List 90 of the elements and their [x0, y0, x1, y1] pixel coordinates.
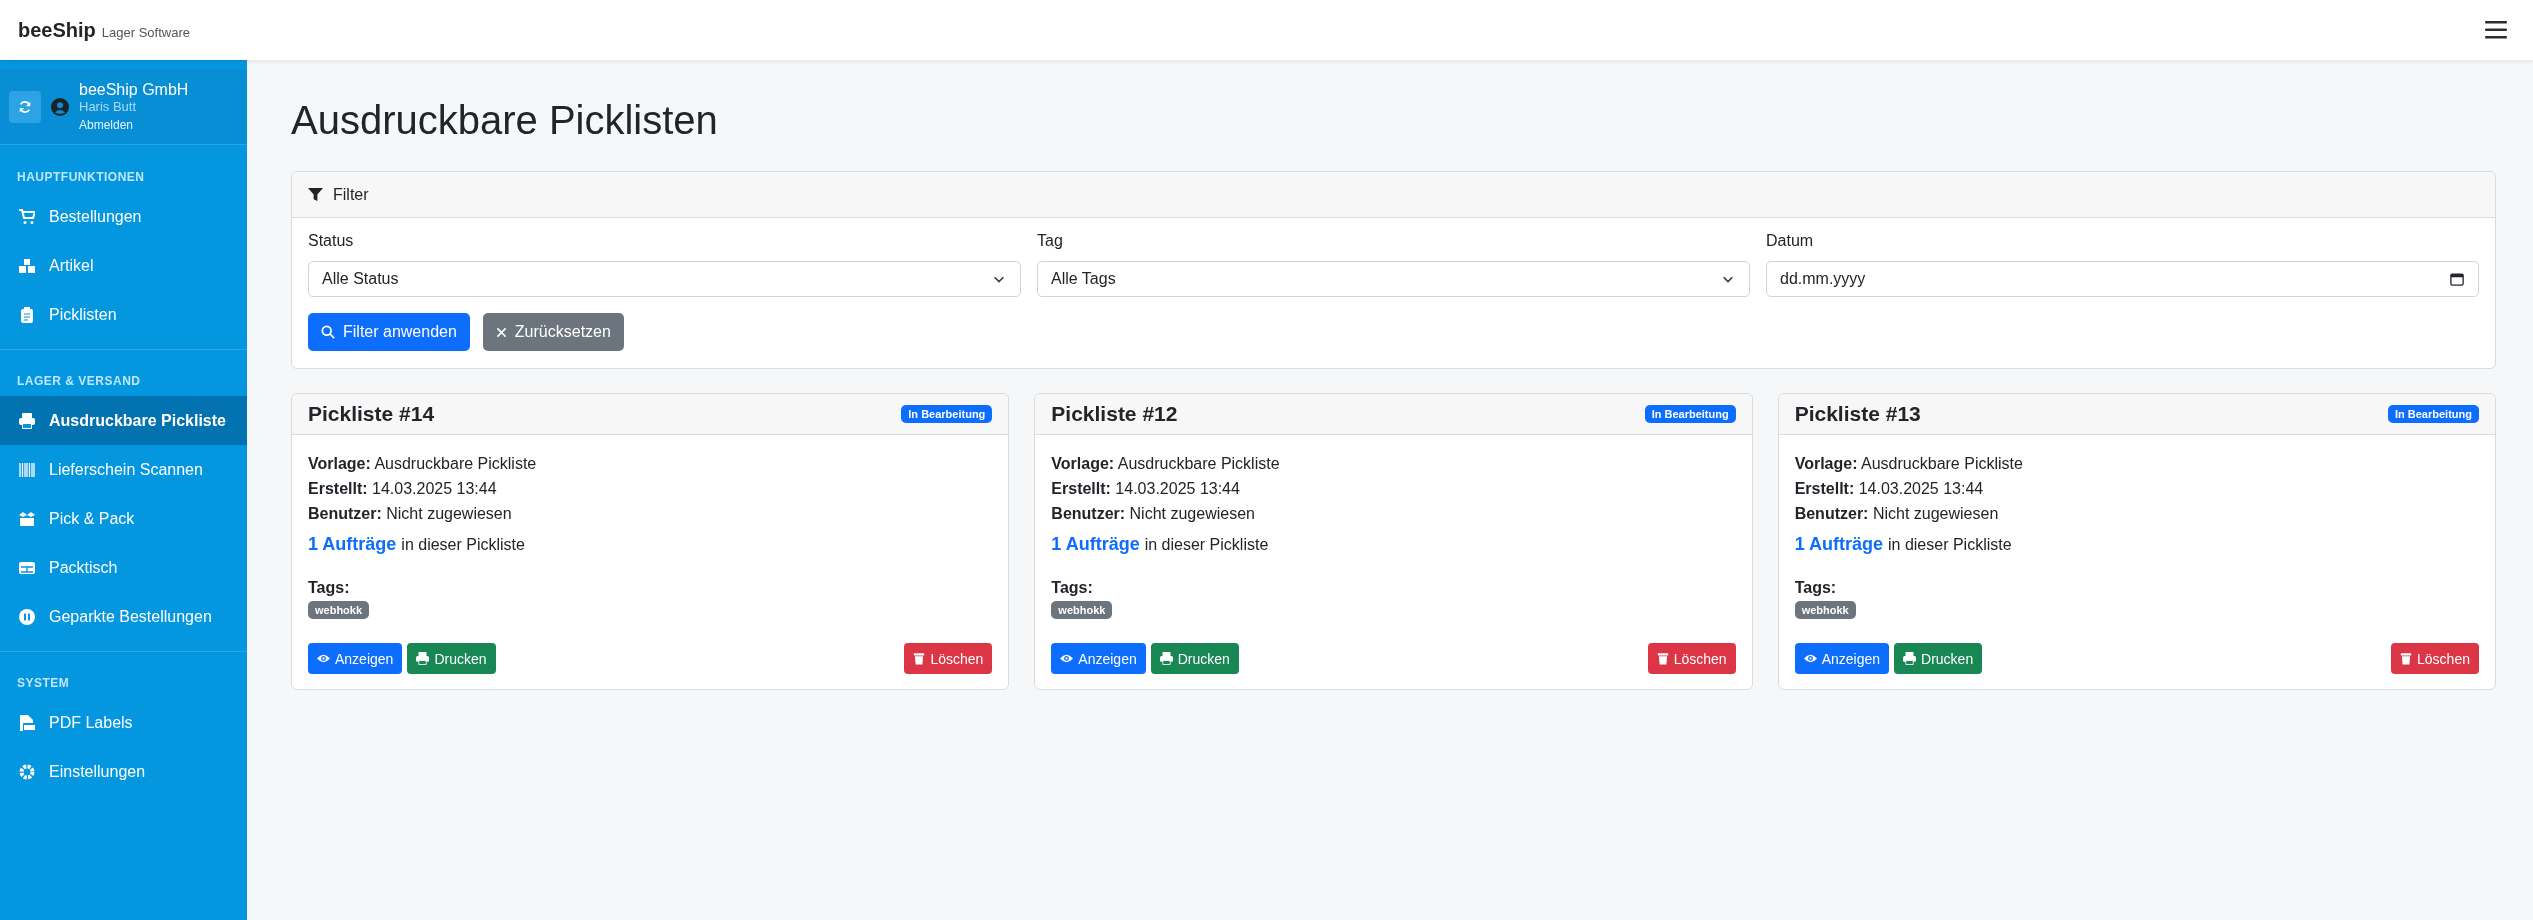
- orders-link[interactable]: 1 Aufträge: [1051, 534, 1140, 555]
- trash-icon: [2400, 652, 2413, 665]
- tag: webhokk: [1051, 601, 1113, 619]
- print-button[interactable]: Drucken: [407, 643, 496, 674]
- detail-line: Vorlage: Ausdruckbare Pickliste: [1794, 454, 2024, 474]
- view-button[interactable]: Anzeigen: [1794, 643, 1890, 674]
- nav-item[interactable]: Lieferschein Scannen: [0, 445, 247, 494]
- boxes-icon: [19, 257, 35, 274]
- pause-icon: [19, 608, 35, 625]
- view-button[interactable]: Anzeigen: [1051, 643, 1146, 674]
- card-title: Pickliste #13: [1794, 402, 1921, 426]
- status-badge: In Bearbeitung: [1644, 405, 1736, 423]
- orders-link[interactable]: 1 Aufträge: [308, 534, 397, 555]
- reset-button[interactable]: Zurücksetzen: [482, 313, 624, 351]
- card-title: Pickliste #14: [308, 402, 435, 426]
- detail-line: Benutzer: Nicht zugewiesen: [1051, 504, 1256, 524]
- nav-item[interactable]: Picklisten: [0, 290, 247, 339]
- section-heading: LAGER & VERSAND: [16, 373, 142, 390]
- eye-icon: [1060, 652, 1074, 665]
- brand-subtitle: Lager Software: [101, 24, 190, 40]
- detail-line: Erstellt: 14.03.2025 13:44: [308, 479, 498, 499]
- brand-name[interactable]: beeShip: [18, 18, 96, 42]
- printer-icon: [1903, 652, 1917, 665]
- detail-line: Erstellt: 14.03.2025 13:44: [1794, 479, 1985, 499]
- view-button[interactable]: Anzeigen: [308, 643, 403, 674]
- nav-item[interactable]: Geparkte Bestellungen: [0, 592, 247, 641]
- orders-text: in dieser Pickliste: [401, 536, 525, 554]
- detail-line: Benutzer: Nicht zugewiesen: [1794, 504, 2000, 524]
- company-name: beeShip GmbH: [79, 81, 189, 99]
- trash-icon: [1656, 652, 1669, 665]
- delete-button[interactable]: Löschen: [1647, 643, 1736, 674]
- eye-icon: [1803, 652, 1817, 665]
- field-label: Datum: [1766, 232, 1815, 250]
- field-label: Tag: [1037, 232, 1064, 250]
- box-icon: [19, 510, 35, 527]
- section-heading: SYSTEM: [16, 675, 71, 692]
- user-name: Haris Butt: [79, 99, 138, 114]
- section-heading: HAUPTFUNKTIONEN: [16, 169, 146, 186]
- field-label: Status: [308, 232, 355, 250]
- nav-item[interactable]: Packtisch: [0, 543, 247, 592]
- nav-item[interactable]: Bestellungen: [0, 192, 247, 241]
- detail-line: Vorlage: Ausdruckbare Pickliste: [308, 454, 538, 474]
- panel-title: Filter: [333, 185, 369, 204]
- nav-item[interactable]: PDF Labels: [0, 698, 247, 747]
- eye-icon: [317, 652, 330, 665]
- menu-icon[interactable]: [2485, 21, 2507, 39]
- pdf-file-icon: [19, 714, 35, 731]
- search-icon: [321, 325, 335, 339]
- delete-button[interactable]: Löschen: [2391, 643, 2479, 674]
- refresh-icon: [18, 99, 32, 114]
- status-badge: In Bearbeitung: [901, 405, 993, 423]
- orders-text: in dieser Pickliste: [1888, 536, 2012, 554]
- status-badge: In Bearbeitung: [2387, 405, 2479, 423]
- printer-icon: [19, 412, 35, 429]
- tags-label: Tags:: [308, 579, 351, 597]
- printer-icon: [416, 652, 430, 665]
- print-button[interactable]: Drucken: [1150, 643, 1239, 674]
- nav-item[interactable]: Ausdruckbare Pickliste: [0, 396, 247, 445]
- tags-label: Tags:: [1051, 579, 1094, 597]
- select-field[interactable]: Alle Status: [308, 261, 1021, 297]
- apply-filter-button[interactable]: Filter anwenden: [308, 313, 470, 351]
- table-icon: [19, 559, 35, 576]
- filter-icon: [308, 187, 323, 202]
- page-title: Ausdruckbare Picklisten: [291, 98, 719, 143]
- refresh-button[interactable]: [9, 90, 41, 123]
- print-button[interactable]: Drucken: [1894, 643, 1983, 674]
- user-avatar-icon: [51, 97, 69, 116]
- tags-label: Tags:: [1794, 579, 1838, 597]
- calendar-icon: [2450, 272, 2464, 286]
- close-icon: [495, 326, 507, 338]
- detail-line: Benutzer: Nicht zugewiesen: [308, 504, 513, 524]
- detail-line: Erstellt: 14.03.2025 13:44: [1051, 479, 1241, 499]
- trash-icon: [913, 652, 926, 665]
- nav-item[interactable]: Artikel: [0, 241, 247, 290]
- logout-link[interactable]: Abmelden: [79, 118, 189, 132]
- orders-link[interactable]: 1 Aufträge: [1794, 534, 1883, 555]
- select-field[interactable]: Alle Tags: [1037, 261, 1750, 297]
- tag: webhokk: [308, 601, 370, 619]
- clipboard-icon: [19, 306, 35, 323]
- delete-button[interactable]: Löschen: [904, 643, 993, 674]
- nav-item[interactable]: Pick & Pack: [0, 494, 247, 543]
- date-field[interactable]: dd.mm.yyyy: [1766, 261, 2479, 297]
- barcode-icon: [19, 461, 35, 478]
- nav-item[interactable]: Einstellungen: [0, 747, 247, 796]
- card-title: Pickliste #12: [1051, 402, 1178, 426]
- orders-text: in dieser Pickliste: [1144, 536, 1269, 554]
- printer-icon: [1159, 652, 1173, 665]
- detail-line: Vorlage: Ausdruckbare Pickliste: [1051, 454, 1281, 474]
- cart-icon: [19, 208, 35, 225]
- tag: webhokk: [1794, 601, 1856, 619]
